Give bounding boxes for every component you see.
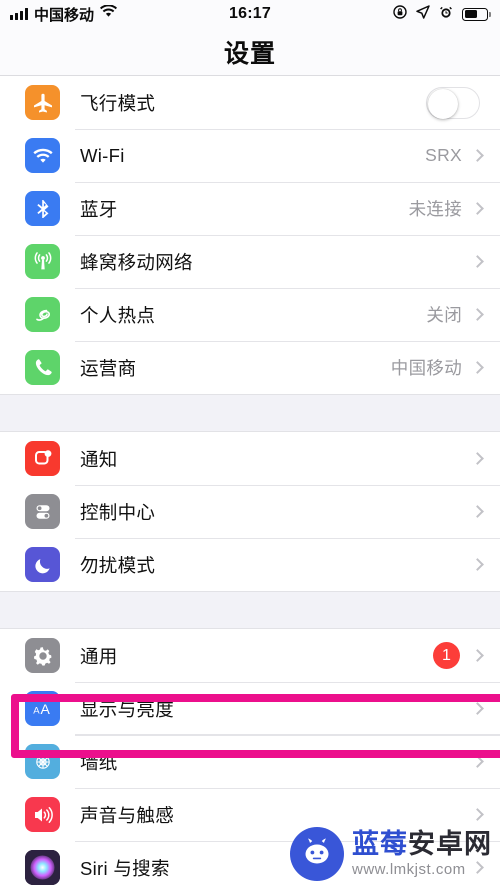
settings-row-label: 显示与亮度	[80, 698, 175, 720]
chevron-right-icon	[471, 649, 484, 662]
settings-row-label: 通知	[80, 448, 118, 470]
settings-row-label: 墙纸	[80, 751, 118, 773]
watermark-url: www.lmkjst.com	[352, 861, 466, 878]
settings-row-label: Wi-Fi	[80, 144, 125, 166]
settings-group-connectivity: 飞行模式 Wi-Fi SRX 蓝牙 未连接 蜂窝移动网络 个人热点 关闭 运营商…	[0, 76, 500, 394]
watermark: 蓝莓安卓网 www.lmkjst.com	[290, 827, 492, 881]
group-separator	[0, 394, 500, 432]
settings-row-control-center[interactable]: 控制中心	[0, 485, 500, 538]
settings-row-display-brightness[interactable]: AA 显示与亮度	[0, 682, 500, 735]
settings-row-hotspot[interactable]: 个人热点 关闭	[0, 288, 500, 341]
settings-row-wallpaper[interactable]: 墙纸	[0, 735, 500, 788]
status-badge: 1	[433, 642, 460, 669]
wallpaper-flower-icon	[25, 744, 60, 779]
settings-row-airplane-mode[interactable]: 飞行模式	[0, 76, 500, 129]
chevron-right-icon	[471, 505, 484, 518]
alarm-clock-icon	[439, 5, 453, 24]
settings-row-value: SRX	[425, 145, 462, 165]
settings-row-label: 控制中心	[80, 501, 156, 523]
settings-row-value: 关闭	[426, 305, 462, 325]
settings-row-do-not-disturb[interactable]: 勿扰模式	[0, 538, 500, 591]
gear-icon	[25, 638, 60, 673]
airplane-mode-toggle[interactable]	[426, 86, 480, 119]
settings-row-label: 飞行模式	[80, 92, 156, 114]
chevron-right-icon	[471, 202, 484, 215]
settings-row-label: 运营商	[80, 357, 137, 379]
bluetooth-icon	[25, 191, 60, 226]
airplane-icon	[25, 85, 60, 120]
chevron-right-icon	[471, 702, 484, 715]
siri-orb-icon	[25, 850, 60, 885]
settings-row-label: 声音与触感	[80, 804, 175, 826]
settings-group-notifications: 通知 控制中心 勿扰模式	[0, 432, 500, 591]
chevron-right-icon	[471, 452, 484, 465]
android-robot-icon	[290, 827, 344, 881]
watermark-text: 蓝莓安卓网 www.lmkjst.com	[352, 829, 492, 878]
rotation-lock-icon	[393, 4, 407, 24]
chevron-right-icon	[471, 808, 484, 821]
display-brightness-aa-icon: AA	[25, 691, 60, 726]
group-separator	[0, 591, 500, 629]
notification-icon	[25, 441, 60, 476]
settings-row-notifications[interactable]: 通知	[0, 432, 500, 485]
chevron-right-icon	[471, 308, 484, 321]
chevron-right-icon	[471, 558, 484, 571]
chevron-right-icon	[471, 755, 484, 768]
status-bar-right	[393, 4, 491, 24]
settings-row-bluetooth[interactable]: 蓝牙 未连接	[0, 182, 500, 235]
chevron-right-icon	[471, 149, 484, 162]
control-center-icon	[25, 494, 60, 529]
settings-row-label: 通用	[80, 645, 118, 667]
settings-list: 飞行模式 Wi-Fi SRX 蓝牙 未连接 蜂窝移动网络 个人热点 关闭 运营商…	[0, 76, 500, 894]
navigation-bar: 设置	[0, 28, 500, 76]
chevron-right-icon	[471, 361, 484, 374]
settings-row-general[interactable]: 通用 1	[0, 629, 500, 682]
svg-text:A: A	[33, 705, 40, 716]
wifi-icon	[25, 138, 60, 173]
settings-row-cellular[interactable]: 蜂窝移动网络	[0, 235, 500, 288]
settings-row-label: 蓝牙	[80, 198, 118, 220]
settings-row-label: 蜂窝移动网络	[80, 251, 193, 273]
page-title: 设置	[223, 39, 276, 68]
hotspot-link-icon	[25, 297, 60, 332]
settings-row-label: 个人热点	[80, 304, 156, 326]
settings-row-value: 中国移动	[390, 358, 462, 378]
svg-text:A: A	[40, 701, 50, 717]
settings-row-label: 勿扰模式	[80, 554, 156, 576]
battery-icon	[462, 7, 491, 21]
settings-row-wifi[interactable]: Wi-Fi SRX	[0, 129, 500, 182]
settings-row-label: Siri 与搜索	[80, 857, 170, 879]
cellular-antenna-icon	[25, 244, 60, 279]
settings-row-carrier[interactable]: 运营商 中国移动	[0, 341, 500, 394]
phone-icon	[25, 350, 60, 385]
chevron-right-icon	[471, 255, 484, 268]
watermark-brand-secondary: 安卓网	[408, 829, 492, 859]
location-arrow-icon	[416, 4, 430, 24]
status-bar: 中国移动 16:17	[0, 0, 500, 28]
moon-icon	[25, 547, 60, 582]
speaker-volume-icon	[25, 797, 60, 832]
settings-row-value: 未连接	[408, 199, 462, 219]
watermark-brand-primary: 蓝莓	[352, 829, 408, 859]
